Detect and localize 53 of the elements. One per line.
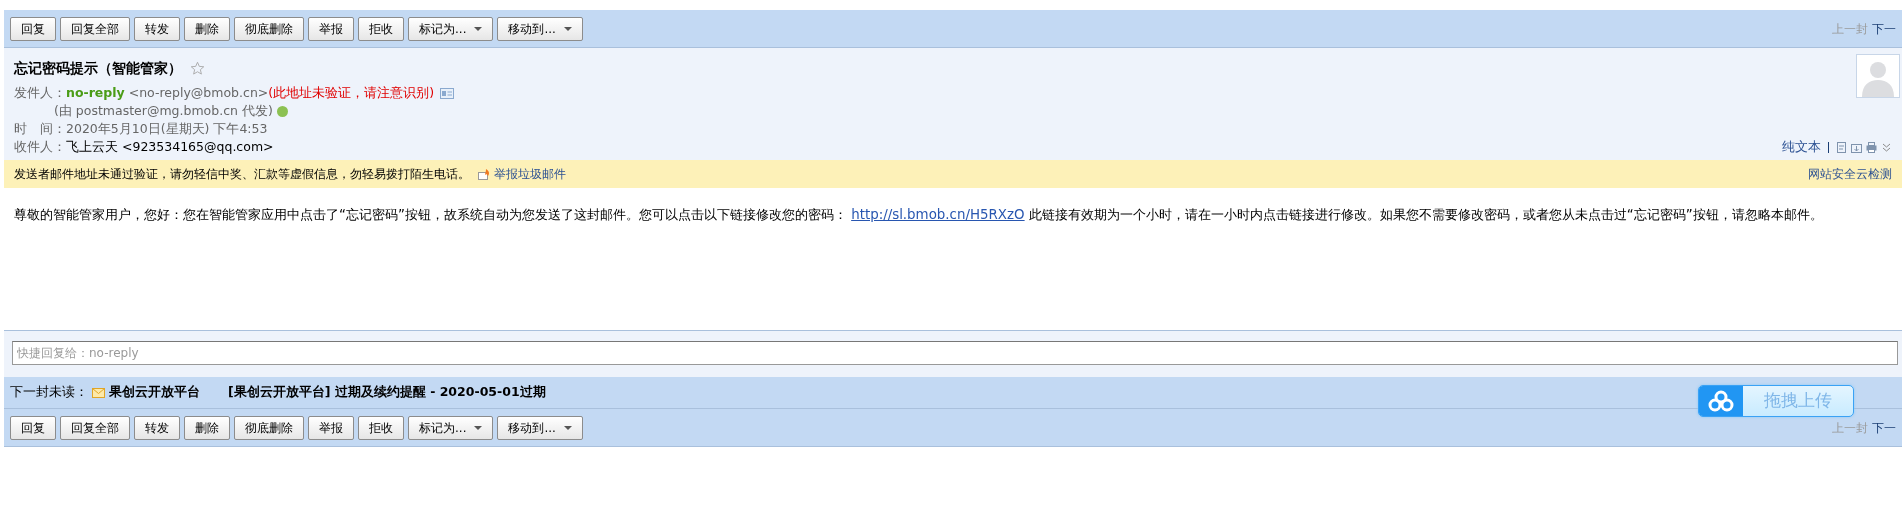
toolbar-button[interactable]: 回复全部 [60,415,130,440]
toolbar-button[interactable]: 彻底删除 [234,415,304,440]
toolbar-button[interactable]: 转发 [134,415,180,440]
toolbar-button[interactable]: 回复 [10,415,56,440]
document-icon[interactable] [1836,141,1847,153]
star-icon[interactable] [190,60,205,76]
quick-reply-field[interactable]: 快捷回复给：no-reply [12,341,1898,366]
caret-icon [474,27,483,31]
plain-text-link[interactable]: 纯文本 [1782,138,1821,157]
toolbar-button[interactable]: 标记为... [408,415,494,440]
next-unread-subject[interactable]: [果创云开放平台] 过期及续约提醒 - 2020-05-01过期 [228,383,546,403]
toolbar-button[interactable]: 举报 [308,415,354,440]
spam-report-icon [478,168,490,180]
toolbar-button[interactable]: 转发 [134,16,180,41]
sender-address: <no-reply@bmob.cn> [128,84,269,103]
toolbar-button[interactable]: 回复全部 [60,16,130,41]
mail-body-text: 尊敬的智能管家用户，您好：您在智能管家应用中点击了“忘记密码”按钮，故系统自动为您发送了这封邮件。您可以点击以下链接修改您的密码： http://sl.bmob.cn/H5RXzO 此链接有效期为一个小时，请在一小时内点击链接进行修改。如果您不需要修改密码，或者您从未点击过“忘记密码”按钮，请忽略本邮件。 [14,206,1824,225]
cloud-security-check-link[interactable]: 网站安全云检测 [1808,165,1892,183]
unverified-warning: (此地址未验证，请注意识别) [268,84,435,103]
proxy-sender-note: (由 postmaster@mg.bmob.cn 代发) [54,102,273,121]
next-unread-sender[interactable]: 果创云开放平台 [109,383,200,403]
recipient: 飞上云天 <923534165@qq.com> [66,138,274,157]
toolbar-button[interactable]: 删除 [184,16,230,41]
caret-icon [474,426,483,431]
toolbar-button[interactable]: 移动到... [497,415,583,440]
toolbar-button[interactable]: 举报 [308,16,354,41]
toolbar-button[interactable]: 删除 [184,415,230,440]
caret-icon [563,27,572,31]
toolbar-button[interactable]: 彻底删除 [234,16,304,41]
toolbar-button[interactable]: 拒收 [358,16,404,41]
chevron-down-icon[interactable] [1881,141,1892,153]
next-mail-link[interactable]: 下一 [1872,418,1896,437]
avatar-icon [1856,54,1900,98]
print-icon[interactable] [1866,141,1877,153]
toolbar-button[interactable]: 回复 [10,16,56,41]
field-label: 收件人： [14,138,66,157]
field-label: 发件人： [14,84,66,103]
mail-subject: 忘记密码提示（智能管家） [14,59,182,78]
reset-password-link[interactable]: http://sl.bmob.cn/H5RXzO [851,207,1025,223]
toolbar-button[interactable]: 标记为... [408,16,494,41]
caret-icon [563,426,572,431]
field-label: 时 间： [14,121,66,137]
warning-message: 发送者邮件地址未通过验证，请勿轻信中奖、汇款等虚假信息，勿轻易拨打陌生电话。 [14,165,470,183]
next-mail-link[interactable]: 下一 [1872,19,1896,38]
envelope-icon [92,387,105,398]
toolbar-button[interactable]: 移动到... [497,16,583,41]
cloud-icon [1708,390,1734,412]
report-spam-link[interactable]: 举报垃圾邮件 [478,165,566,183]
download-icon[interactable] [1851,141,1862,153]
toolbar-button[interactable]: 拒收 [358,415,404,440]
contact-card-icon[interactable] [440,87,455,99]
next-unread-label: 下一封未读： [10,383,88,402]
sent-time: 2020年5月10日(星期天) 下午4:53 [66,121,268,137]
